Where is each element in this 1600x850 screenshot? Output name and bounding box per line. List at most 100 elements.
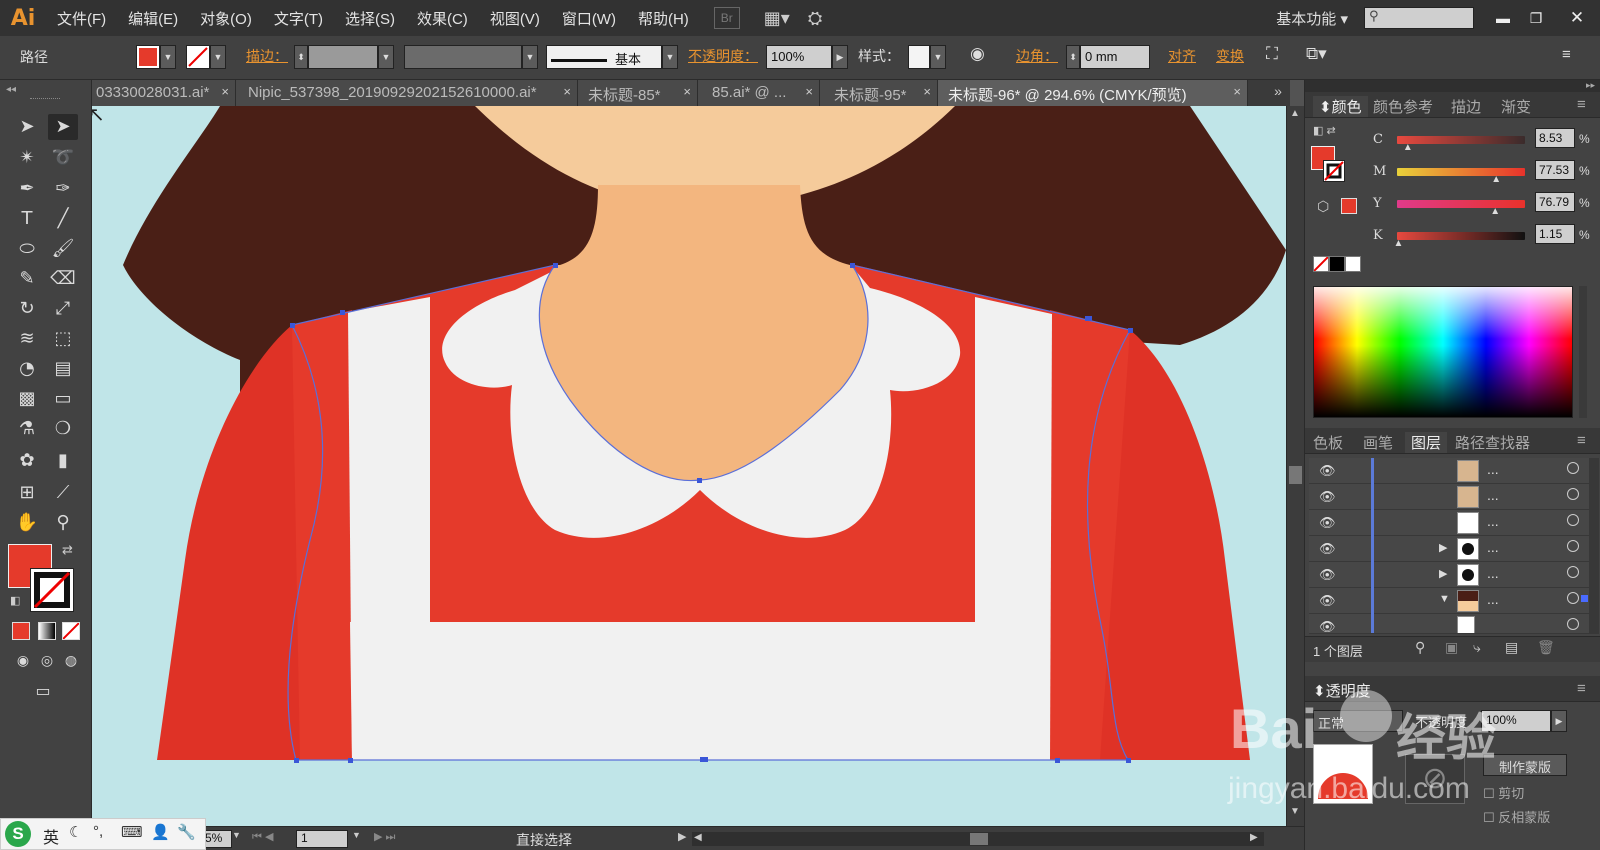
eye-icon[interactable]: 👁 [1319, 515, 1336, 531]
type-tool-icon[interactable]: T [12, 206, 42, 232]
blend-mode-select[interactable]: 正常 [1313, 710, 1403, 732]
rotate-tool-icon[interactable]: ↻ [12, 296, 42, 322]
channel-c-thumb[interactable]: ▲ [1403, 142, 1413, 153]
eye-icon[interactable]: 👁 [1319, 619, 1336, 633]
scroll-down-icon[interactable]: ▼ [1290, 806, 1300, 817]
paintbrush-tool-icon[interactable]: 🖌 [48, 236, 78, 262]
hand-tool-icon[interactable]: ✋ [12, 510, 42, 536]
scroll-thumb[interactable] [1289, 466, 1302, 484]
expand-icon[interactable]: ▶ [1439, 567, 1447, 580]
tab-untitled-96[interactable]: 未标题-96* @ 294.6% (CMYK/预览) × [938, 80, 1248, 106]
panel-dock-collapse-icon[interactable]: ▸▸ [1305, 80, 1600, 92]
tab-color[interactable]: ⬍颜色 [1313, 96, 1368, 117]
none-mode-icon[interactable] [62, 622, 80, 640]
channel-m-thumb[interactable]: ▲ [1491, 174, 1501, 185]
search-input[interactable]: ⚲ [1364, 7, 1474, 29]
color-spectrum[interactable] [1313, 286, 1573, 418]
mesh-tool-icon[interactable]: ▩ [12, 386, 42, 412]
scroll-left-icon[interactable]: ◀ [694, 832, 702, 843]
toolbox-grip[interactable] [30, 98, 60, 101]
make-clipping-mask-icon[interactable]: ▣ [1445, 639, 1458, 656]
pen-tool-icon[interactable]: ✒ [12, 176, 42, 202]
restore-button[interactable]: ❐ [1518, 10, 1554, 27]
menu-edit[interactable]: 编辑(E) [117, 8, 189, 29]
layer-row[interactable]: 👁... [1309, 484, 1593, 510]
invert-mask-checkbox[interactable]: ☐ 反相蒙版 [1483, 807, 1550, 826]
panel-menu-icon[interactable]: ≡ [1577, 680, 1586, 697]
artboard-nav-first-icon[interactable]: ⏮ ◀ [252, 830, 273, 844]
stroke-dropdown[interactable]: ▼ [210, 45, 226, 69]
panel-stroke-swatch[interactable] [1323, 160, 1345, 182]
gpu-preview-icon[interactable]: ⛭ [808, 8, 822, 29]
artboard-dropdown-icon[interactable]: ▼ [352, 830, 361, 840]
transform-link[interactable]: 变换 [1216, 46, 1244, 68]
default-fill-stroke-icon[interactable]: ◧ ⇄ [1313, 124, 1336, 137]
recolor-artwork-icon[interactable]: ◉ [970, 44, 985, 66]
graphic-style-swatch[interactable] [908, 45, 930, 69]
channel-c-value[interactable]: 8.53 [1535, 128, 1575, 148]
white-swatch[interactable] [1345, 256, 1361, 272]
locate-object-icon[interactable]: ⚲ [1415, 639, 1425, 656]
close-tab-icon[interactable]: × [683, 84, 691, 99]
black-swatch[interactable] [1329, 256, 1345, 272]
close-tab-icon[interactable]: × [805, 84, 813, 99]
channel-c-slider[interactable]: ▲ [1397, 136, 1525, 153]
arrange-icon[interactable]: ⧉▾ [1306, 44, 1327, 66]
stroke-label[interactable]: 描边： [246, 46, 288, 68]
menu-file[interactable]: 文件(F) [46, 8, 117, 29]
menu-type[interactable]: 文字(T) [263, 8, 334, 29]
scroll-up-icon[interactable]: ▲ [1290, 108, 1300, 119]
free-transform-tool-icon[interactable]: ⬚ [48, 326, 78, 352]
gamut-color-swatch[interactable] [1341, 198, 1357, 214]
tab-nipic[interactable]: Nipic_537398_20190929202152610000.ai* × [236, 80, 578, 106]
channel-k-slider[interactable]: ▲ [1393, 232, 1525, 249]
layers-scrollbar[interactable] [1589, 458, 1599, 634]
tab-swatches[interactable]: 色板 [1313, 432, 1343, 453]
panel-menu-icon[interactable]: ≡ [1562, 46, 1571, 68]
status-menu-icon[interactable]: ▶ [678, 830, 686, 843]
fill-dropdown[interactable]: ▼ [160, 45, 176, 69]
tab-transparency[interactable]: ⬍透明度 [1313, 680, 1371, 701]
artboard-number-field[interactable]: 1 [296, 830, 348, 848]
draw-inside-icon[interactable]: ◍ [56, 648, 86, 674]
close-window-button[interactable]: ✕ [1554, 8, 1600, 28]
clip-checkbox[interactable]: ☐ 剪切 [1483, 783, 1524, 802]
out-of-gamut-icon[interactable]: ⬡ [1317, 198, 1329, 215]
ime-logo-icon[interactable]: S [5, 821, 31, 847]
layer-row[interactable]: 👁... [1309, 510, 1593, 536]
artboard-tool-icon[interactable]: ⊞ [12, 480, 42, 506]
target-icon[interactable] [1567, 462, 1579, 474]
target-icon[interactable] [1567, 514, 1579, 526]
opacity-field[interactable]: 100% [766, 45, 832, 69]
close-tab-icon[interactable]: × [563, 84, 571, 99]
tab-85-ai[interactable]: 85.ai* @ ... × [698, 80, 820, 106]
align-link[interactable]: 对齐 [1168, 46, 1196, 68]
tab-gradient[interactable]: 渐变 [1501, 96, 1531, 117]
brush-dropdown[interactable]: ▼ [662, 45, 678, 69]
collapse-icon[interactable]: ◂◂ [6, 84, 16, 95]
collapse-icon[interactable]: ▼ [1439, 593, 1450, 605]
vertical-scrollbar[interactable]: ▲ ▼ [1286, 106, 1304, 826]
ime-punctuation-icon[interactable]: °, [93, 823, 103, 840]
zoom-dropdown-icon[interactable]: ▼ [232, 830, 241, 840]
corner-stepper[interactable]: ⬍ [1066, 45, 1080, 69]
horizontal-scrollbar[interactable]: ◀ ▶ [692, 832, 1264, 846]
corner-label[interactable]: 边角： [1016, 46, 1058, 68]
channel-y-value[interactable]: 76.79 [1535, 192, 1575, 212]
profile-dropdown[interactable]: ▼ [522, 45, 538, 69]
ime-moon-icon[interactable]: ☾ [69, 823, 82, 841]
line-tool-icon[interactable]: ╱ [48, 206, 78, 232]
channel-y-thumb[interactable]: ▲ [1490, 206, 1500, 217]
shape-builder-tool-icon[interactable]: ◔ [12, 356, 42, 382]
scale-tool-icon[interactable]: ⤢ [48, 296, 78, 322]
layer-row[interactable]: 👁 [1309, 614, 1593, 634]
close-tab-icon[interactable]: × [221, 84, 229, 99]
magic-wand-tool-icon[interactable]: ✴ [12, 145, 42, 171]
tabs-overflow-icon[interactable]: » [1266, 80, 1290, 106]
panel-menu-icon[interactable]: ≡ [1577, 432, 1586, 449]
stroke-swatch[interactable] [186, 45, 210, 69]
column-graph-tool-icon[interactable]: ▮ [48, 448, 78, 474]
eyedropper-tool-icon[interactable]: ⚗ [12, 416, 42, 442]
fill-swatch[interactable] [136, 45, 160, 69]
screen-mode-icon[interactable]: ▭ [28, 678, 58, 704]
